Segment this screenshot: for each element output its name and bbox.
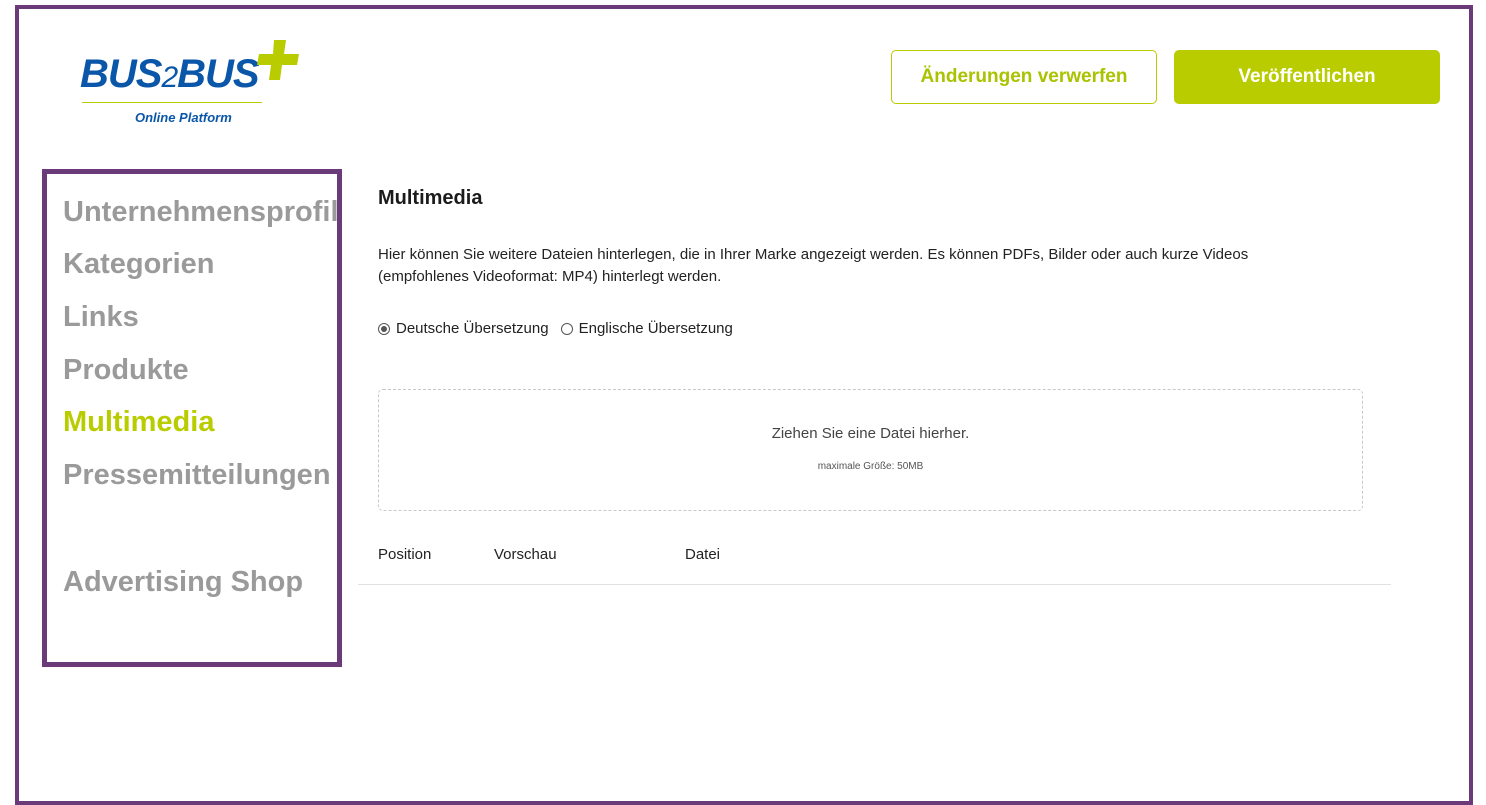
radio-german-label[interactable]: Deutsche Übersetzung <box>396 320 549 337</box>
table-header-vorschau: Vorschau <box>494 546 557 563</box>
page-description: Hier können Sie weitere Dateien hinterle… <box>378 246 1249 285</box>
radio-german[interactable] <box>378 322 390 335</box>
logo-wordmark: BUS2BUS <box>80 52 260 96</box>
sidebar-item-produkte[interactable]: Produkte <box>63 354 189 387</box>
dropzone-size-hint: maximale Größe: 50MB <box>817 461 924 472</box>
table-header-position: Position <box>378 546 432 563</box>
sidebar-item-kategorien[interactable]: Kategorien <box>63 248 214 281</box>
language-selector: Deutsche Übersetzung Englische Übersetzu… <box>378 320 745 337</box>
table-header-datei: Datei <box>685 546 721 563</box>
sidebar-item-advertising-shop[interactable]: Advertising Shop <box>63 566 303 599</box>
sidebar-item-pressemitteilungen[interactable]: Pressemitteilungen <box>63 459 331 492</box>
radio-english-label[interactable]: Englische Übersetzung <box>579 320 733 337</box>
page-title: Multimedia <box>378 187 483 209</box>
table-divider <box>358 584 1391 585</box>
radio-english[interactable] <box>560 322 573 335</box>
dropzone-instruction: Ziehen Sie eine Datei hierher. <box>771 425 970 442</box>
file-dropzone[interactable]: Ziehen Sie eine Datei hierher. maximale … <box>378 389 1363 511</box>
sidebar-item-unternehmensprofil[interactable]: Unternehmensprofil <box>63 196 339 229</box>
discard-changes-button[interactable]: Änderungen verwerfen <box>891 50 1157 104</box>
logo[interactable]: BUS2BUS Online Platform <box>80 38 310 128</box>
plus-icon <box>257 40 299 80</box>
sidebar-item-multimedia[interactable]: Multimedia <box>63 406 214 439</box>
logo-subtitle: Online Platform <box>135 110 232 125</box>
publish-button[interactable]: Veröffentlichen <box>1174 50 1440 104</box>
sidebar-nav: Unternehmensprofil Kategorien Links Prod… <box>42 169 342 667</box>
logo-divider <box>82 102 262 103</box>
sidebar-item-links[interactable]: Links <box>63 301 139 334</box>
